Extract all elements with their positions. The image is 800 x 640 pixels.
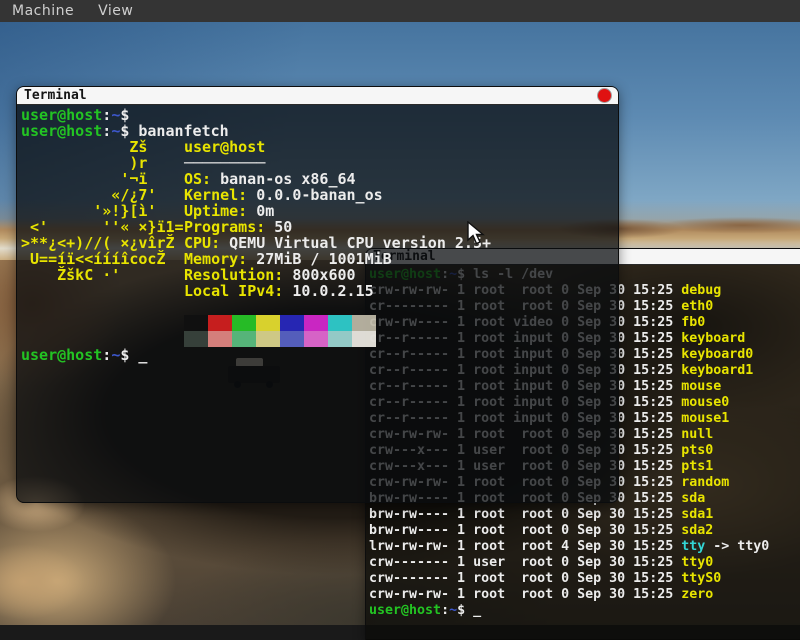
- menu-view[interactable]: View: [98, 3, 133, 19]
- info-memory: Memory:27MiB / 1001MiB: [184, 251, 491, 267]
- ls-row: crw-rw-rw- 1 root root 0 Sep 30 15:25 ze…: [369, 587, 800, 603]
- info-resolution: Resolution:800x600: [184, 267, 491, 283]
- info-uptime: Uptime:0m: [184, 203, 491, 219]
- ascii-art: Zš )r '¬ï «/¿7' '»!}[ì' <' ''« ×}ï1= >**…: [21, 139, 184, 283]
- vm-menu-bar: Machine View: [0, 0, 800, 22]
- mouse-pointer-icon: [467, 221, 485, 247]
- terminal1-content[interactable]: user@host:~$ user@host:~$bananfetch Zš )…: [17, 105, 618, 503]
- text-cursor: _: [129, 346, 147, 364]
- terminal1-title-bar[interactable]: Terminal: [17, 87, 618, 105]
- ls-row: crw------- 1 root root 0 Sep 30 15:25 tt…: [369, 571, 800, 587]
- terminal2-prompt-line: user@host:~$_: [369, 603, 800, 619]
- terminal1-command-line: user@host:~$bananfetch: [21, 123, 618, 139]
- info-ipv4: Local IPv4:10.0.2.15: [184, 283, 491, 299]
- bananfetch-output: Zš )r '¬ï «/¿7' '»!}[ì' <' ''« ×}ï1= >**…: [21, 139, 618, 299]
- palette-row-normal: [184, 315, 376, 331]
- palette-row-bright: [184, 331, 376, 347]
- terminal1-prompt-line: user@host:~$_: [21, 347, 618, 363]
- ls-row-symlink: lrw-rw-rw- 1 root root 4 Sep 30 15:25 tt…: [369, 539, 800, 555]
- terminal1-title: Terminal: [24, 88, 598, 103]
- menu-machine[interactable]: Machine: [12, 3, 74, 19]
- ls-row: brw-rw---- 1 root root 0 Sep 30 15:25 sd…: [369, 523, 800, 539]
- close-button[interactable]: [598, 89, 611, 102]
- info-kernel: Kernel:0.0.0-banan_os: [184, 187, 491, 203]
- ls-row: brw-rw---- 1 root root 0 Sep 30 15:25 sd…: [369, 507, 800, 523]
- color-palette: [21, 315, 618, 347]
- info-cpu: CPU:QEMU Virtual CPU version 2.5+: [184, 235, 491, 251]
- system-info: user@host ───────── OS:banan-os x86_64 K…: [184, 139, 491, 299]
- terminal1-prompt-line: user@host:~$: [21, 107, 618, 123]
- text-cursor: _: [465, 603, 481, 618]
- fetch-header: user@host: [184, 139, 491, 155]
- terminal-window-bananfetch: Terminal user@host:~$ user@host:~$bananf…: [16, 86, 619, 503]
- ls-row: crw------- 1 user root 0 Sep 30 15:25 tt…: [369, 555, 800, 571]
- info-programs: Programs:50: [184, 219, 491, 235]
- fetch-separator: ─────────: [184, 155, 491, 171]
- info-os: OS:banan-os x86_64: [184, 171, 491, 187]
